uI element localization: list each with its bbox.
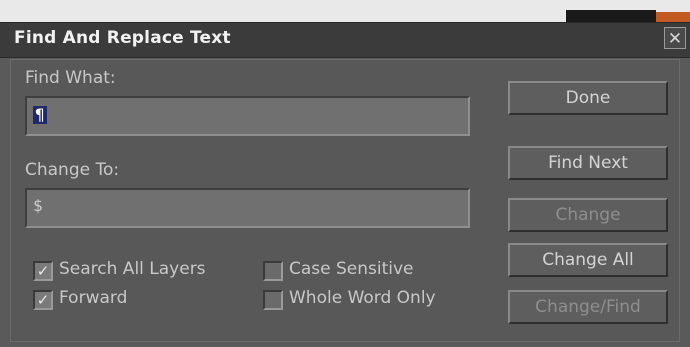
whole-word-only-label: Whole Word Only [289,288,436,308]
dialog-titlebar[interactable]: Find And Replace Text ✕ [0,23,690,58]
change-find-button[interactable]: Change/Find [508,290,668,324]
case-sensitive-checkbox[interactable] [263,261,283,281]
find-what-value: ¶ [33,104,47,124]
find-next-button[interactable]: Find Next [508,146,668,180]
done-button[interactable]: Done [508,81,668,115]
find-replace-dialog: Find And Replace Text ✕ Find What: ¶ Cha… [0,22,690,347]
forward-label: Forward [59,288,128,308]
find-what-input[interactable]: ¶ [25,96,470,136]
change-to-label: Change To: [25,160,120,180]
find-what-label: Find What: [25,68,116,88]
close-icon[interactable]: ✕ [664,27,686,49]
case-sensitive-label: Case Sensitive [289,259,414,279]
change-to-input[interactable]: $ [25,188,470,228]
forward-checkbox[interactable]: ✓ [33,290,53,310]
whole-word-only-checkbox[interactable] [263,290,283,310]
search-all-layers-label: Search All Layers [59,259,206,279]
change-all-button[interactable]: Change All [508,243,668,277]
dialog-body: Find What: ¶ Change To: $ ✓ Search All L… [10,59,680,342]
dialog-title: Find And Replace Text [14,28,231,48]
change-button[interactable]: Change [508,198,668,232]
search-all-layers-checkbox[interactable]: ✓ [33,261,53,281]
